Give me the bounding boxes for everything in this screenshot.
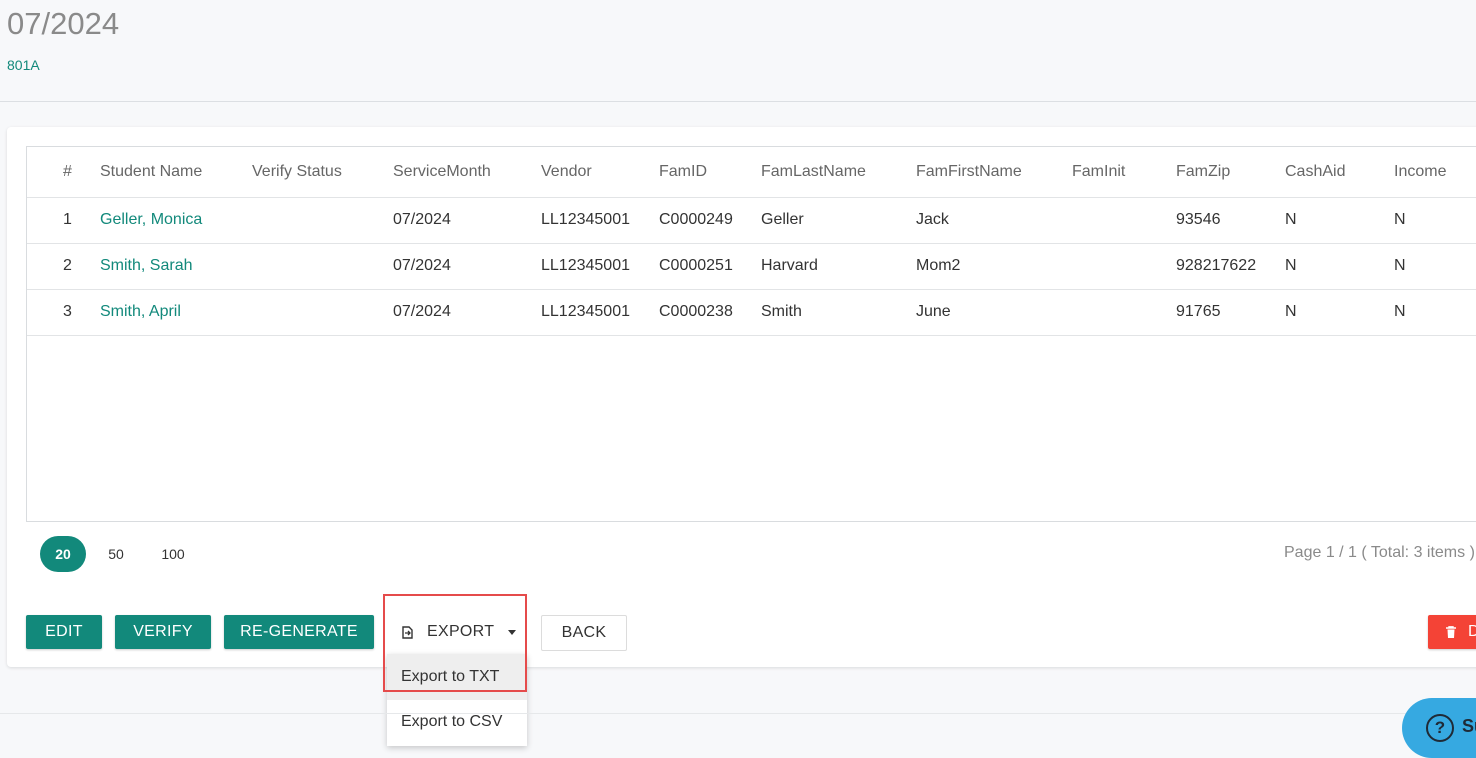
table-row[interactable]: 3 Smith, April 07/2024 LL12345001 C00002…: [27, 289, 1476, 336]
cell-service-month: 07/2024: [393, 257, 451, 274]
column-header-service-month[interactable]: ServiceMonth: [393, 147, 491, 197]
cell-famzip: 928217622: [1176, 257, 1257, 274]
cell-cashaid: N: [1285, 211, 1297, 228]
table-row[interactable]: 1 Geller, Monica 07/2024 LL12345001 C000…: [27, 197, 1476, 244]
student-name-link[interactable]: Smith, April: [100, 289, 181, 335]
cell-index: 3: [63, 303, 72, 320]
edit-button[interactable]: EDIT: [26, 615, 102, 649]
cell-famzip: 91765: [1176, 303, 1221, 320]
page-title: 07/2024: [7, 6, 120, 41]
column-header-income[interactable]: Income: [1394, 147, 1446, 197]
page-size-100[interactable]: 100: [150, 536, 196, 572]
column-header-famlastname[interactable]: FamLastName: [761, 147, 866, 197]
data-grid: # Student Name Verify Status ServiceMont…: [26, 146, 1476, 522]
cell-income: N: [1394, 303, 1406, 320]
cell-vendor: LL12345001: [541, 211, 630, 228]
regenerate-button[interactable]: RE-GENERATE: [224, 615, 374, 649]
column-header-famid[interactable]: FamID: [659, 147, 707, 197]
page-size-50[interactable]: 50: [93, 536, 139, 572]
question-circle-icon: ?: [1426, 714, 1454, 742]
cell-famid: C0000249: [659, 211, 733, 228]
column-header-verify-status[interactable]: Verify Status: [252, 147, 342, 197]
cell-income: N: [1394, 211, 1406, 228]
student-name-link[interactable]: Geller, Monica: [100, 197, 202, 243]
cell-vendor: LL12345001: [541, 257, 630, 274]
highlight-box: [383, 594, 527, 692]
cell-index: 1: [63, 211, 72, 228]
verify-button[interactable]: VERIFY: [115, 615, 211, 649]
column-header-cashaid[interactable]: CashAid: [1285, 147, 1345, 197]
pagination-info: Page 1 / 1 ( Total: 3 items ): [1284, 544, 1475, 561]
cell-service-month: 07/2024: [393, 303, 451, 320]
cell-famfirstname: Mom2: [916, 257, 961, 274]
cell-famid: C0000238: [659, 303, 733, 320]
back-button[interactable]: BACK: [541, 615, 627, 651]
column-header-famfirstname[interactable]: FamFirstName: [916, 147, 1022, 197]
column-header-vendor[interactable]: Vendor: [541, 147, 592, 197]
cell-index: 2: [63, 257, 72, 274]
table-row[interactable]: 2 Smith, Sarah 07/2024 LL12345001 C00002…: [27, 243, 1476, 290]
trash-icon: [1446, 626, 1456, 638]
cell-income: N: [1394, 257, 1406, 274]
cell-famlastname: Harvard: [761, 257, 818, 274]
table-header-row: # Student Name Verify Status ServiceMont…: [27, 147, 1476, 198]
cell-cashaid: N: [1285, 303, 1297, 320]
column-header-student-name[interactable]: Student Name: [100, 147, 202, 197]
cell-cashaid: N: [1285, 257, 1297, 274]
cell-famlastname: Smith: [761, 303, 802, 320]
page-subtitle: 801A: [7, 57, 40, 73]
export-to-csv-item[interactable]: Export to CSV: [387, 699, 527, 745]
cell-famlastname: Geller: [761, 211, 804, 228]
help-button[interactable]: ? Support: [1402, 698, 1476, 758]
column-header-famzip[interactable]: FamZip: [1176, 147, 1230, 197]
cell-famfirstname: June: [916, 303, 951, 320]
cell-famid: C0000251: [659, 257, 733, 274]
delete-button[interactable]: DELETE: [1428, 615, 1476, 649]
cell-vendor: LL12345001: [541, 303, 630, 320]
cell-famzip: 93546: [1176, 211, 1221, 228]
column-header-index[interactable]: #: [63, 147, 72, 197]
cell-famfirstname: Jack: [916, 211, 949, 228]
delete-button-label: DELETE: [1468, 623, 1476, 640]
footer-divider: [0, 713, 1476, 714]
help-button-label: Support: [1462, 716, 1476, 736]
student-name-link[interactable]: Smith, Sarah: [100, 243, 192, 289]
page-size-20[interactable]: 20: [40, 536, 86, 572]
cell-service-month: 07/2024: [393, 211, 451, 228]
column-header-faminit[interactable]: FamInit: [1072, 147, 1125, 197]
page-header: 07/2024 801A: [0, 0, 1476, 102]
